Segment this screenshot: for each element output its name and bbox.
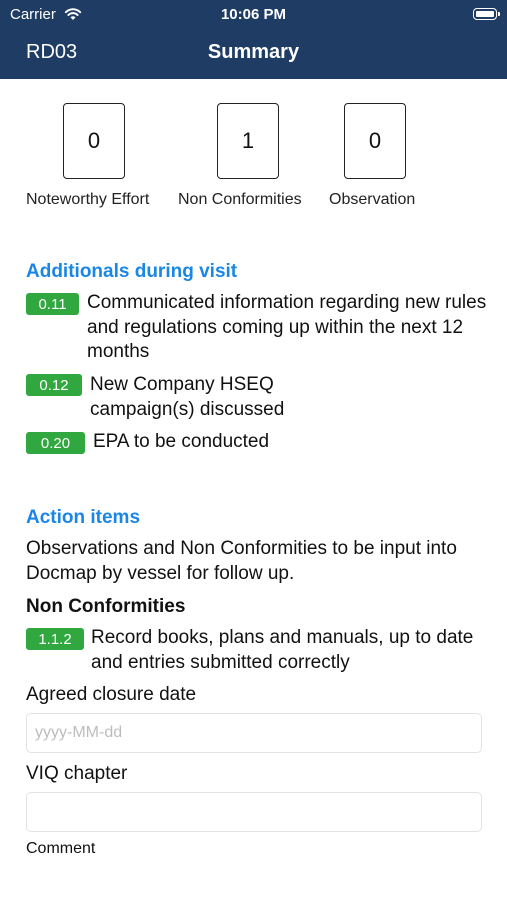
closure-date-label: Agreed closure date: [26, 684, 197, 705]
action-items-title: Action items: [26, 507, 141, 528]
noteworthy-effort-label: Noteworthy Effort: [26, 191, 150, 208]
battery-icon: [473, 8, 500, 20]
navigation-bar: Carrier 10:06 PM RD03 Summary: [0, 0, 507, 79]
non-conformities-count: 1: [217, 103, 279, 179]
nc-badge: 1.1.2: [26, 628, 84, 650]
additional-badge: 0.12: [26, 374, 82, 396]
additional-badge: 0.20: [26, 432, 85, 454]
additional-badge: 0.11: [26, 293, 79, 315]
non-conformities-heading: Non Conformities: [26, 596, 186, 617]
viq-chapter-input[interactable]: [26, 792, 482, 832]
observation-label: Observation: [329, 191, 416, 208]
additional-item-text: Communicated information regarding new r…: [87, 292, 487, 362]
additional-item-text: New Company HSEQ campaign(s) discussed: [90, 374, 285, 420]
comment-label: Comment: [26, 840, 96, 857]
additional-item-text: EPA to be conducted: [93, 431, 270, 452]
noteworthy-effort-count: 0: [63, 103, 125, 179]
nc-item-text: Record books, plans and manuals, up to d…: [91, 627, 474, 673]
additionals-title: Additionals during visit: [26, 261, 238, 282]
closure-date-input[interactable]: [26, 713, 482, 753]
status-bar: Carrier 10:06 PM: [0, 6, 507, 24]
viq-chapter-label: VIQ chapter: [26, 763, 128, 784]
non-conformities-label: Non Conformities: [178, 191, 302, 208]
clock-time: 10:06 PM: [220, 6, 287, 23]
observation-count: 0: [344, 103, 406, 179]
action-items-description: Observations and Non Conformities to be …: [26, 538, 457, 584]
page-title: Summary: [207, 41, 300, 63]
